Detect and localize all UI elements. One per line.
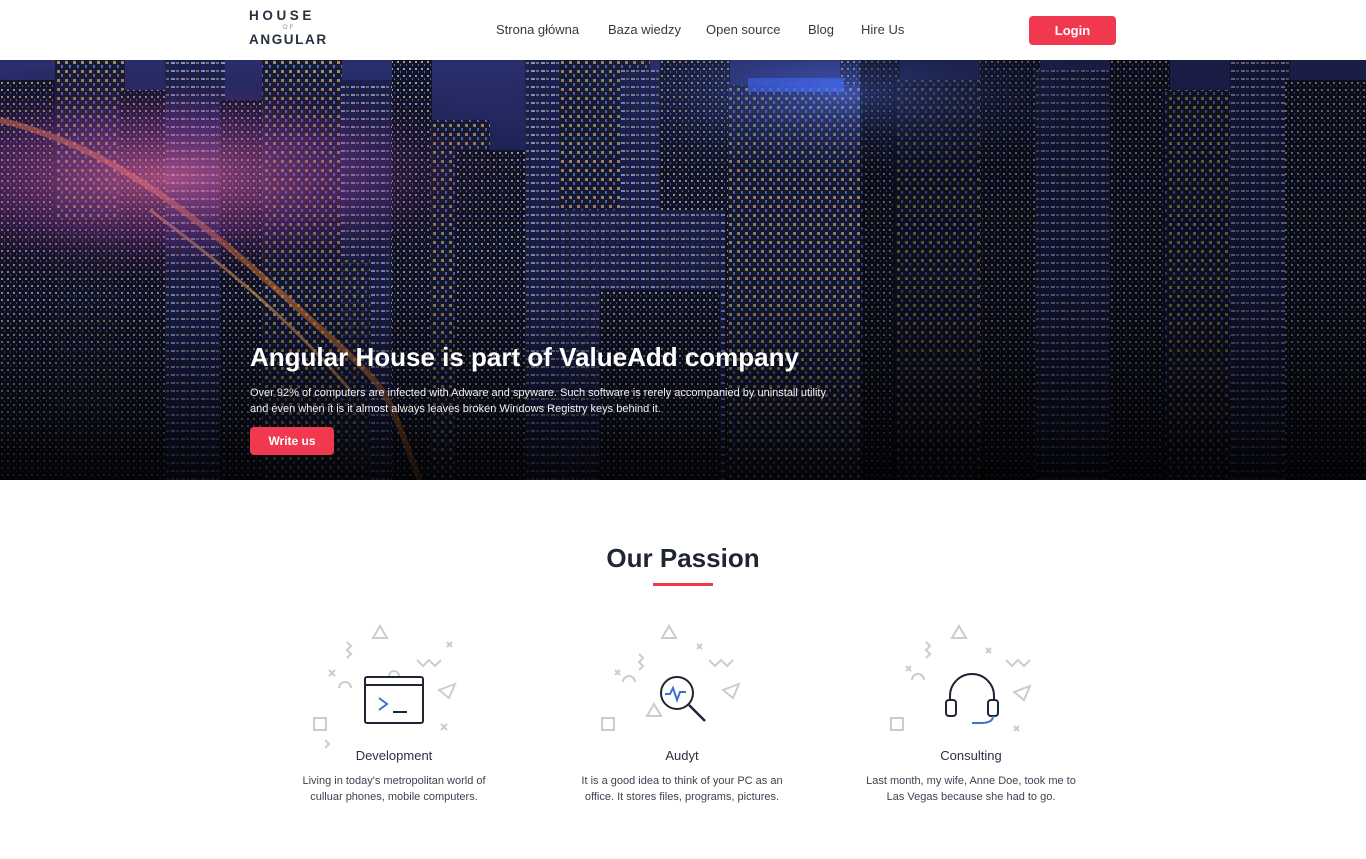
- card-description-line-1: It is a good idea to think of your PC as…: [581, 775, 783, 787]
- passion-card-development: Development Living in today's metropolit…: [269, 620, 519, 820]
- card-title: Consulting: [940, 748, 1002, 763]
- write-us-button[interactable]: Write us: [250, 427, 334, 455]
- site-header: HOUSE OF ANGULAR Strona główna Baza wied…: [0, 0, 1366, 60]
- logo-line-1: HOUSE: [249, 8, 316, 23]
- card-title: Development: [355, 748, 433, 763]
- nav-link-hire-us[interactable]: Hire Us: [861, 22, 904, 37]
- hero-description-line-1: Over 92% of computers are infected with …: [250, 387, 826, 399]
- city-night-background: [0, 60, 1366, 480]
- nav-link-open-source[interactable]: Open source: [706, 22, 780, 37]
- passion-card-consulting: Consulting Last month, my wife, Anne Doe…: [846, 620, 1096, 820]
- headset-icon: [890, 624, 1032, 732]
- hero-description-line-2: and even when it is it almost always lea…: [250, 403, 661, 415]
- card-description-line-2: culluar phones, mobile computers.: [310, 791, 478, 803]
- hero-title: Angular House is part of ValueAdd compan…: [250, 342, 799, 372]
- nav-link-home[interactable]: Strona główna: [496, 22, 579, 37]
- terminal-icon: [313, 624, 457, 749]
- hero-description: Over 92% of computers are infected with …: [250, 385, 850, 417]
- card-description: It is a good idea to think of your PC as…: [557, 773, 807, 805]
- nav-link-blog[interactable]: Blog: [808, 22, 834, 37]
- card-description-line-1: Last month, my wife, Anne Doe, took me t…: [866, 775, 1076, 787]
- card-description-line-2: Las Vegas because she had to go.: [886, 791, 1056, 803]
- magnifier-pulse-icon: [601, 624, 741, 731]
- title-underline: [653, 583, 713, 586]
- card-description-line-2: office. It stores files, programs, pictu…: [584, 791, 780, 803]
- login-button[interactable]: Login: [1029, 16, 1116, 45]
- passion-card-audyt: Audyt It is a good idea to think of your…: [557, 620, 807, 820]
- card-description-line-1: Living in today's metropolitan world of: [302, 775, 486, 787]
- hero-banner: Angular House is part of ValueAdd compan…: [0, 60, 1366, 480]
- nav-link-knowledge-base[interactable]: Baza wiedzy: [608, 22, 681, 37]
- card-title: Audyt: [665, 748, 699, 763]
- section-title: Our Passion: [606, 543, 760, 573]
- main-nav: Strona główna Baza wiedzy Open source Bl…: [0, 22, 1366, 42]
- card-description: Living in today's metropolitan world of …: [269, 773, 519, 805]
- card-description: Last month, my wife, Anne Doe, took me t…: [846, 773, 1096, 805]
